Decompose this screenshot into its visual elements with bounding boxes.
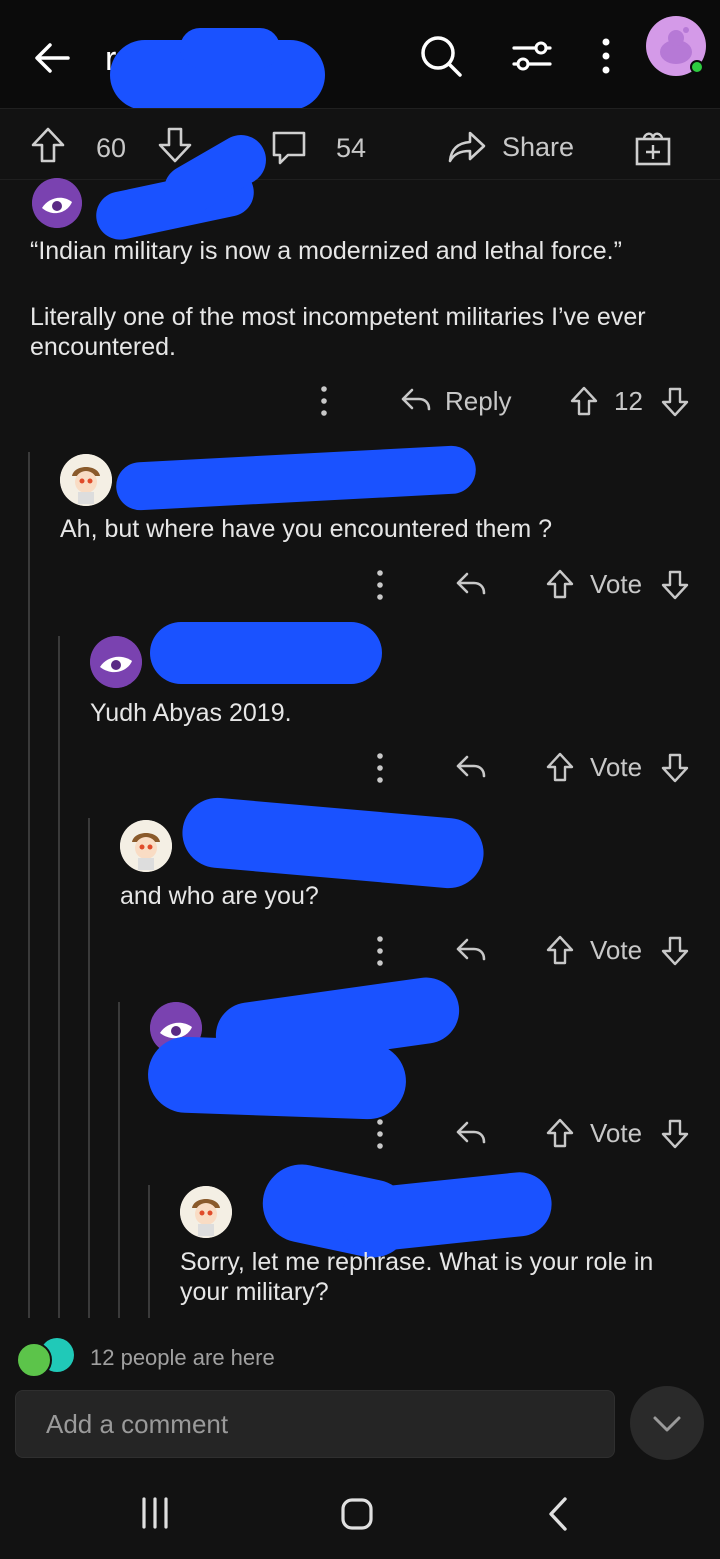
search-icon[interactable] [418,33,464,79]
home-icon[interactable] [340,1497,374,1531]
downvote-icon[interactable] [660,752,690,784]
comments-icon[interactable] [270,129,308,167]
comment-text: Ah, but where have you encountered them … [60,515,552,543]
comment-text-line: Literally one of the most incompetent mi… [30,303,646,331]
upvote-icon[interactable] [545,934,575,966]
avatar [16,1342,52,1378]
vote-label: Vote [590,569,643,599]
more-options-icon[interactable] [372,751,388,785]
comment-count: 54 [336,133,367,163]
avatar[interactable] [90,636,142,688]
more-options-icon[interactable] [372,568,388,602]
top-app-bar: r [0,0,720,110]
redaction-mark [146,1035,408,1121]
upvote-icon[interactable] [30,126,66,164]
reply-icon[interactable] [455,1119,487,1147]
comment-text: Yudh Abyas 2019. [90,699,292,727]
filter-icon[interactable] [510,36,554,76]
avatar[interactable] [32,178,82,228]
reply-button[interactable]: Reply [445,386,511,417]
vote-label: Vote [590,935,643,965]
upvote-count: 60 [96,133,127,163]
comment-text-line: Sorry, let me rephrase. What is your rol… [180,1248,654,1276]
more-vertical-icon[interactable] [598,36,614,76]
upvote-icon[interactable] [545,1117,575,1149]
redaction-mark [114,444,478,512]
post-action-bar: 60 54 Share [0,108,720,180]
share-button[interactable]: Share [502,132,574,163]
comment-text-line: “Indian military is now a modernized and… [30,237,622,265]
vote-label: Vote [590,1118,643,1148]
more-options-icon[interactable] [372,934,388,968]
redaction-mark [180,28,280,68]
scroll-down-button[interactable] [630,1386,704,1460]
system-nav-bar [0,1470,720,1559]
redaction-mark [179,794,487,892]
thread-line[interactable] [58,636,60,1318]
vote-count: 12 [614,386,643,416]
add-comment-input[interactable] [16,1391,614,1457]
avatar[interactable] [180,1186,232,1238]
thread-line[interactable] [118,1002,120,1318]
award-gift-icon[interactable] [634,127,672,167]
chevron-down-icon [653,1416,681,1432]
downvote-icon[interactable] [660,386,690,418]
more-options-icon[interactable] [372,1117,388,1151]
back-arrow-icon[interactable] [30,36,74,80]
upvote-icon[interactable] [545,568,575,600]
redaction-mark [150,622,382,684]
thread-line[interactable] [148,1185,150,1318]
reply-icon[interactable] [455,936,487,964]
more-options-icon[interactable] [316,384,332,418]
nav-back-icon[interactable] [546,1496,570,1532]
presence-count: 12 people are here [90,1345,275,1370]
user-avatar[interactable] [646,16,706,76]
reply-icon[interactable] [400,386,432,414]
downvote-icon[interactable] [660,1118,690,1150]
reply-icon[interactable] [455,753,487,781]
downvote-icon[interactable] [157,126,193,164]
downvote-icon[interactable] [660,935,690,967]
comment-box[interactable] [15,1390,615,1458]
avatar[interactable] [60,454,112,506]
reply-icon[interactable] [455,570,487,598]
vote-label: Vote [590,752,643,782]
upvote-icon[interactable] [569,385,599,417]
online-indicator [690,60,704,74]
thread-line[interactable] [28,452,30,1318]
comment-text: and who are you? [120,882,319,910]
thread-line[interactable] [88,818,90,1318]
share-icon[interactable] [446,129,488,165]
upvote-icon[interactable] [545,751,575,783]
downvote-icon[interactable] [660,569,690,601]
comment-text-line: encountered. [30,333,176,361]
presence-avatars [16,1338,76,1378]
recent-apps-icon[interactable] [138,1496,172,1530]
comment-text-line: your military? [180,1278,329,1306]
avatar[interactable] [120,820,172,872]
